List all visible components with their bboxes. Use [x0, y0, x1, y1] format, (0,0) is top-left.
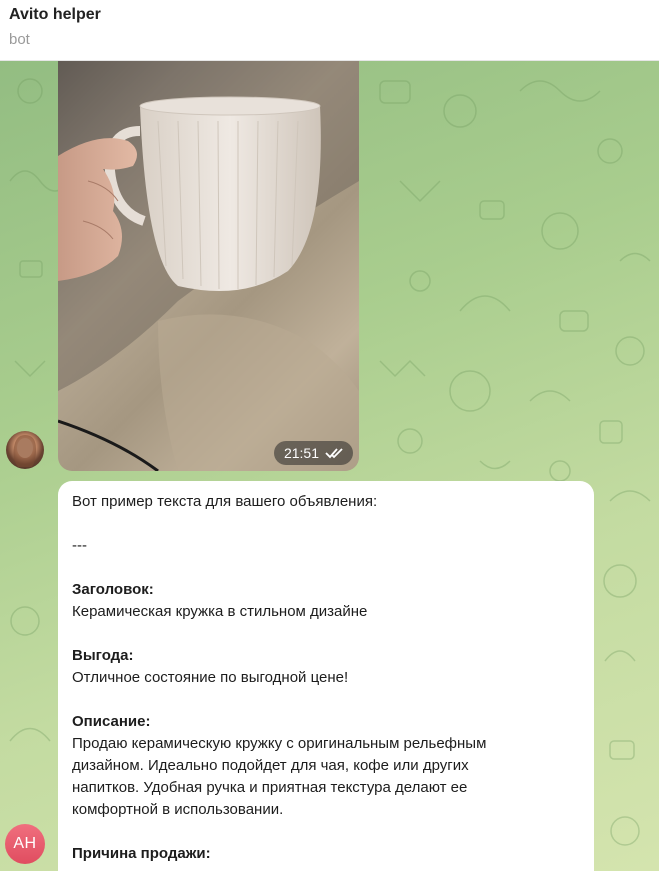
- message-intro: Вот пример текста для вашего объявления:: [72, 493, 378, 510]
- description-line: Продаю керамическую кружку с оригинальны…: [72, 735, 487, 752]
- benefit-value: Отличное состояние по выгодной цене!: [72, 669, 349, 686]
- message-separator: ---: [72, 537, 87, 554]
- title-value: Керамическая кружка в стильном дизайне: [72, 603, 368, 620]
- benefit-label: Выгода:: [72, 647, 134, 664]
- chat-area[interactable]: 21:51 Вот пример текста для вашего объяв…: [0, 61, 659, 871]
- reason-label: Причина продажи:: [72, 845, 211, 862]
- title-label: Заголовок:: [72, 581, 154, 598]
- double-check-icon: [325, 448, 343, 459]
- description-line: напитков. Удобная ручка и приятная текст…: [72, 779, 468, 796]
- photo-message[interactable]: 21:51: [58, 61, 359, 471]
- description-label: Описание:: [72, 713, 151, 730]
- photo-time: 21:51: [283, 445, 319, 461]
- mug-photo-image: [58, 61, 359, 471]
- chat-subtitle: bot: [9, 31, 30, 48]
- user-avatar-image: [13, 435, 36, 467]
- photo-time-badge: 21:51: [273, 441, 353, 465]
- chat-title: Avito helper: [9, 6, 101, 23]
- bot-avatar[interactable]: AH: [5, 824, 45, 864]
- user-avatar[interactable]: [6, 431, 44, 469]
- description-line: комфортной в использовании.: [72, 801, 284, 818]
- chat-header[interactable]: Avito helper bot: [0, 0, 659, 61]
- bot-text-message[interactable]: Вот пример текста для вашего объявления:…: [58, 481, 594, 871]
- description-line: дизайном. Идеально подойдет для чая, коф…: [72, 757, 469, 774]
